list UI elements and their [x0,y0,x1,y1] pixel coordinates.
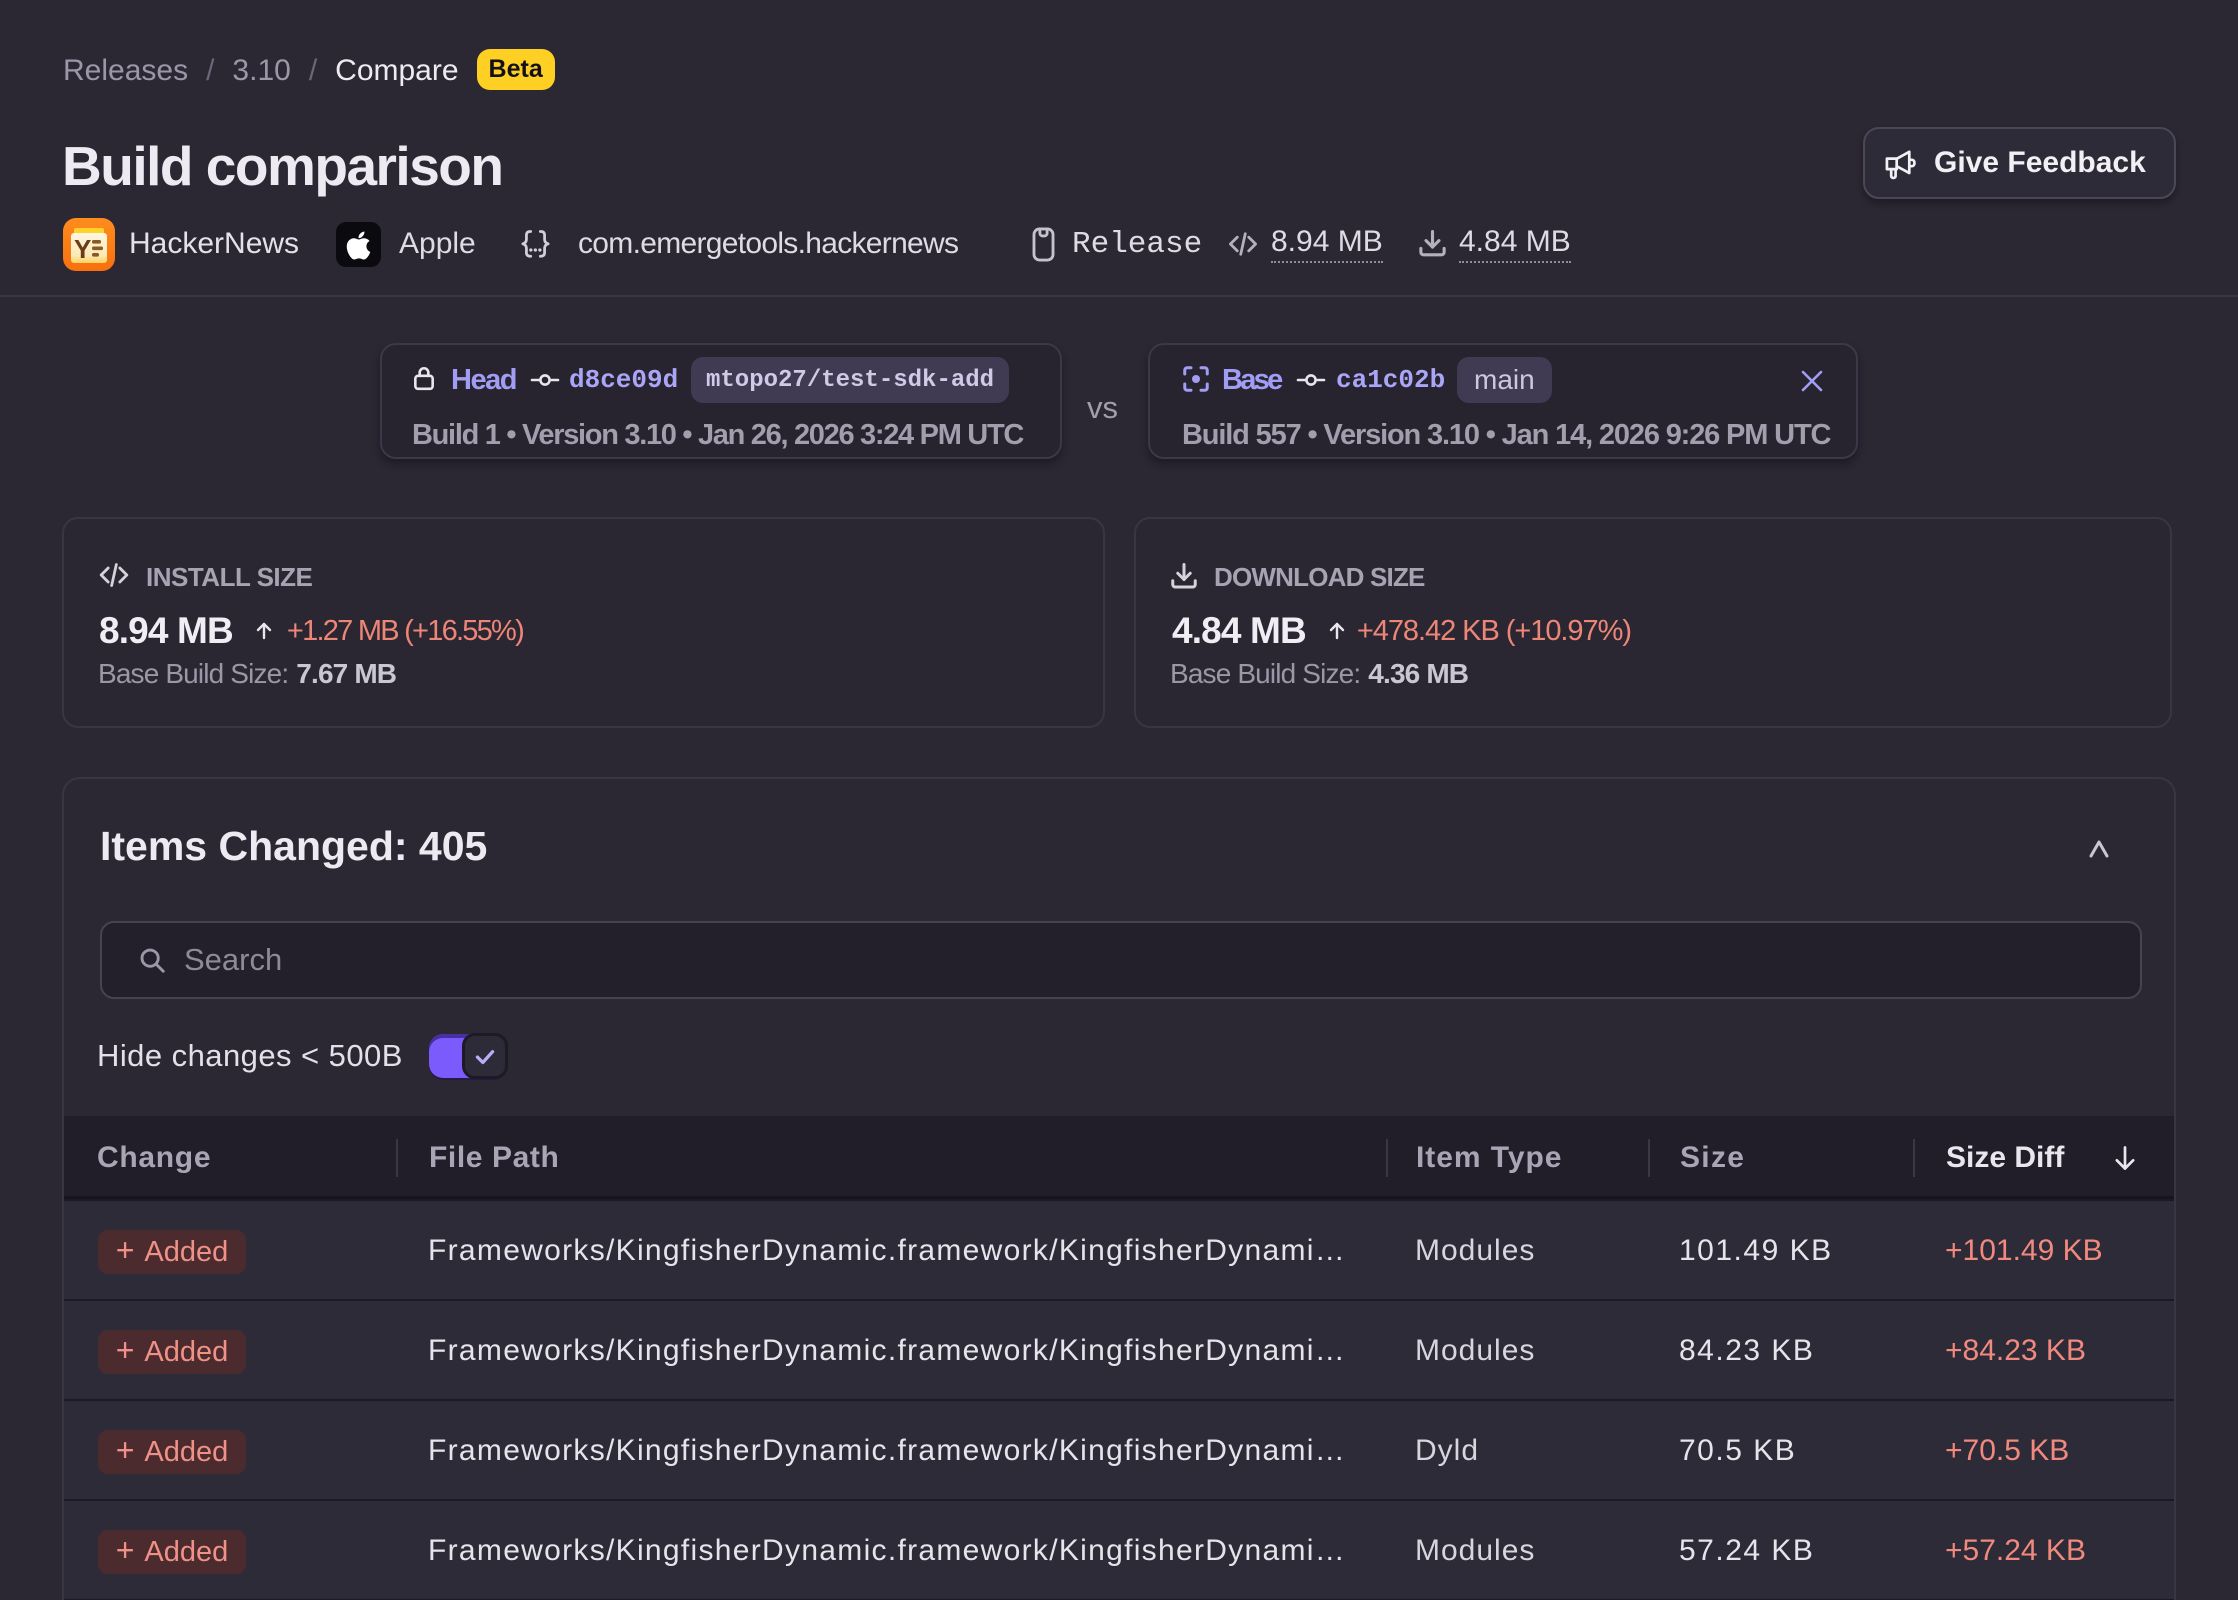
svg-text:Y: Y [74,234,91,264]
